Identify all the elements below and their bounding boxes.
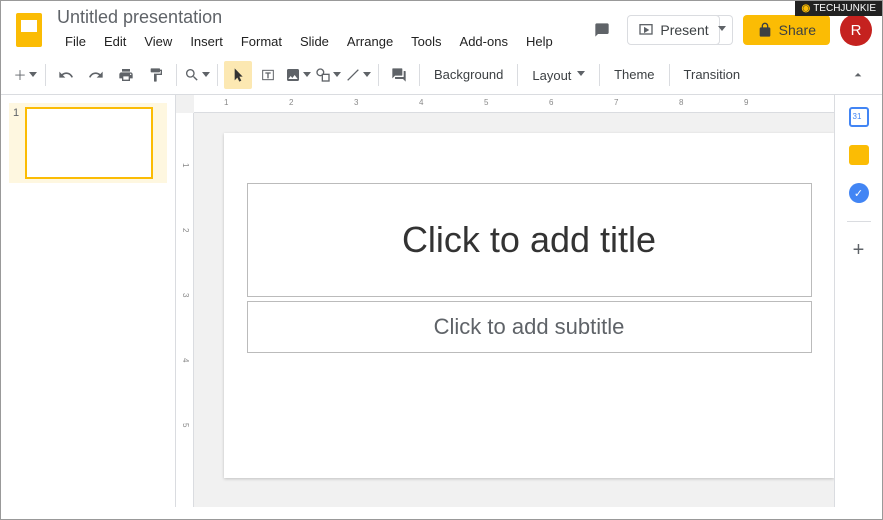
menu-view[interactable]: View: [136, 30, 180, 53]
menu-arrange[interactable]: Arrange: [339, 30, 401, 53]
watermark-badge: ◉ TECHJUNKIE: [795, 1, 882, 16]
theme-button[interactable]: Theme: [606, 67, 662, 82]
tasks-icon[interactable]: [849, 183, 869, 203]
app-header: Untitled presentation File Edit View Ins…: [1, 1, 882, 55]
new-slide-button[interactable]: ＋: [11, 61, 39, 89]
background-button[interactable]: Background: [426, 67, 511, 82]
calendar-icon[interactable]: [849, 107, 869, 127]
redo-button[interactable]: [82, 61, 110, 89]
slide-filmstrip: 1: [1, 95, 176, 507]
paint-format-button[interactable]: [142, 61, 170, 89]
zoom-button[interactable]: [183, 61, 211, 89]
thumbnail-preview: [25, 107, 153, 179]
menu-help[interactable]: Help: [518, 30, 561, 53]
document-title[interactable]: Untitled presentation: [57, 7, 577, 28]
line-tool[interactable]: [344, 61, 372, 89]
menu-addons[interactable]: Add-ons: [452, 30, 516, 53]
shape-tool[interactable]: [314, 61, 342, 89]
layout-button[interactable]: Layout: [524, 67, 593, 83]
toolbar: ＋ Background Layout Theme Transition: [1, 55, 882, 95]
comment-tool[interactable]: [385, 61, 413, 89]
menu-file[interactable]: File: [57, 30, 94, 53]
slide-thumbnail[interactable]: 1: [9, 103, 167, 183]
transition-button[interactable]: Transition: [676, 67, 749, 82]
present-dropdown[interactable]: [710, 15, 733, 45]
undo-button[interactable]: [52, 61, 80, 89]
menu-bar: File Edit View Insert Format Slide Arran…: [57, 30, 577, 53]
menu-format[interactable]: Format: [233, 30, 290, 53]
menu-slide[interactable]: Slide: [292, 30, 337, 53]
slides-logo[interactable]: [11, 12, 47, 48]
collapse-toolbar-icon[interactable]: [844, 61, 872, 89]
side-panel: +: [834, 95, 882, 507]
slide-number: 1: [13, 107, 19, 179]
canvas-area: 123456789 12345 Click to add title Click…: [176, 95, 834, 507]
comments-icon[interactable]: [587, 15, 617, 45]
present-button[interactable]: Present: [627, 15, 719, 45]
share-button[interactable]: Share: [743, 15, 830, 45]
menu-tools[interactable]: Tools: [403, 30, 449, 53]
ruler-horizontal: 123456789: [194, 95, 834, 113]
keep-icon[interactable]: [849, 145, 869, 165]
select-tool[interactable]: [224, 61, 252, 89]
menu-insert[interactable]: Insert: [182, 30, 231, 53]
account-avatar[interactable]: R: [840, 14, 872, 46]
slide-canvas[interactable]: Click to add title Click to add subtitle: [224, 133, 834, 478]
menu-edit[interactable]: Edit: [96, 30, 134, 53]
subtitle-placeholder[interactable]: Click to add subtitle: [247, 301, 812, 353]
add-addon-icon[interactable]: +: [849, 240, 869, 260]
image-tool[interactable]: [284, 61, 312, 89]
title-placeholder[interactable]: Click to add title: [247, 183, 812, 297]
print-button[interactable]: [112, 61, 140, 89]
ruler-vertical: 12345: [176, 113, 194, 507]
textbox-tool[interactable]: [254, 61, 282, 89]
